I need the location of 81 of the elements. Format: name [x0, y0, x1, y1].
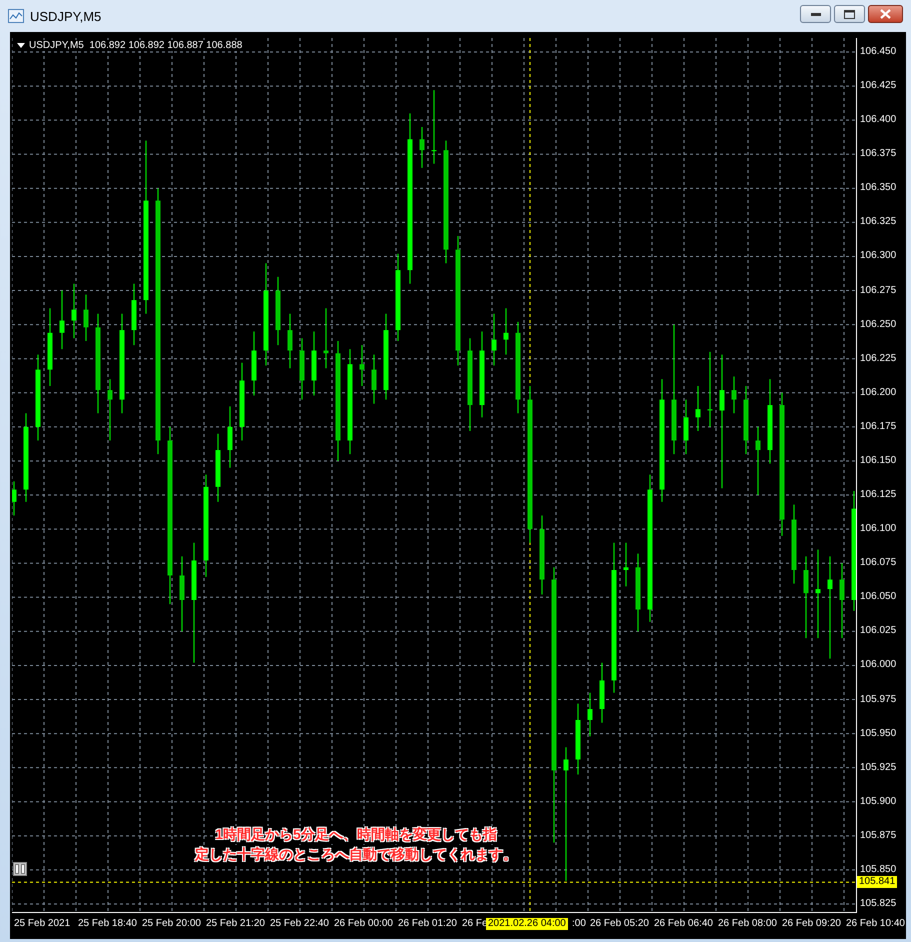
time-label: 26 Feb 05:20 [590, 918, 649, 930]
close-icon [880, 9, 891, 19]
price-label: 106.200 [860, 386, 896, 399]
time-label: 25 Feb 22:40 [270, 918, 329, 930]
candle [288, 313, 292, 369]
price-label: 106.450 [860, 46, 896, 58]
close-button[interactable] [868, 5, 903, 23]
crosshair-time-label: 2021.02.26 04:00 [486, 918, 568, 930]
time-label: 26 Feb 10:40 [846, 918, 905, 930]
time-label: 26 Feb 00:00 [334, 918, 393, 930]
chart-shift-icon[interactable] [13, 862, 27, 876]
price-label: 106.275 [860, 284, 896, 297]
candle [756, 426, 760, 496]
time-label: 25 Feb 21:20 [206, 918, 265, 930]
price-label: 106.000 [860, 659, 896, 672]
candle [504, 308, 508, 356]
time-label: 26 Feb 01:20 [398, 918, 457, 930]
candle [624, 542, 628, 587]
candle [276, 276, 280, 346]
time-label: 26 Feb 08:00 [718, 918, 777, 930]
price-label: 106.325 [860, 216, 896, 228]
price-label: 106.100 [860, 523, 896, 536]
time-label: 25 Feb 20:00 [142, 918, 201, 930]
time-label: 25 Feb 2021 [14, 918, 70, 930]
price-label: 106.250 [860, 318, 896, 331]
candle [60, 290, 64, 350]
candle [84, 294, 88, 342]
price-label: 106.075 [860, 557, 896, 570]
price-label: 105.875 [860, 830, 896, 842]
minimize-icon [810, 12, 820, 16]
price-label: 106.300 [860, 250, 896, 262]
candle [372, 354, 376, 404]
candle [684, 399, 688, 455]
price-label: 105.975 [860, 694, 896, 706]
price-label: 106.125 [860, 489, 896, 502]
candle [324, 308, 328, 369]
candle [360, 344, 364, 386]
price-label: 106.425 [860, 80, 896, 92]
candle [576, 703, 580, 775]
maximize-icon [844, 10, 855, 18]
candle [696, 385, 700, 432]
price-label: 105.900 [860, 796, 896, 808]
time-label: :00 [572, 918, 586, 930]
candle [108, 378, 112, 441]
price-label: 106.175 [860, 420, 896, 433]
price-label: 106.375 [860, 148, 896, 160]
candle [216, 433, 220, 502]
candle [132, 283, 136, 346]
price-label: 105.925 [860, 762, 896, 774]
candle [588, 692, 592, 737]
candle [228, 406, 232, 468]
candle [732, 376, 736, 414]
candle [492, 313, 496, 366]
time-label: 26 Feb 06:40 [654, 918, 713, 930]
crosshair-price-label: 105.841 [857, 876, 898, 888]
candle [12, 480, 16, 516]
candle [600, 662, 604, 724]
price-label: 105.825 [860, 898, 896, 910]
maximize-button[interactable] [834, 5, 865, 23]
dropdown-triangle-icon[interactable] [17, 43, 25, 48]
candle [72, 283, 76, 339]
symbol-quote: USDJPY,M5 106.892 106.892 106.887 106.888 [29, 40, 242, 51]
candle [300, 338, 304, 400]
chart-window-icon [8, 9, 24, 23]
price-label: 105.850 [860, 864, 896, 876]
candle [744, 385, 748, 455]
candle [312, 330, 316, 396]
price-label: 106.350 [860, 182, 896, 194]
annotation-text: 1時間足から5分足へ、時間軸を変更しても指 [215, 826, 497, 844]
price-label: 106.150 [860, 454, 896, 467]
price-label: 106.050 [860, 591, 896, 604]
time-label: 26 Feb 09:20 [782, 918, 841, 930]
minimize-button[interactable] [800, 5, 831, 23]
time-label: 25 Feb 18:40 [78, 918, 137, 930]
price-label: 106.225 [860, 352, 896, 365]
candle [252, 330, 256, 396]
candle [420, 126, 424, 168]
price-label: 105.950 [860, 728, 896, 740]
price-label: 106.025 [860, 625, 896, 638]
price-label: 106.400 [860, 114, 896, 126]
window-title: USDJPY,M5 [30, 8, 102, 24]
